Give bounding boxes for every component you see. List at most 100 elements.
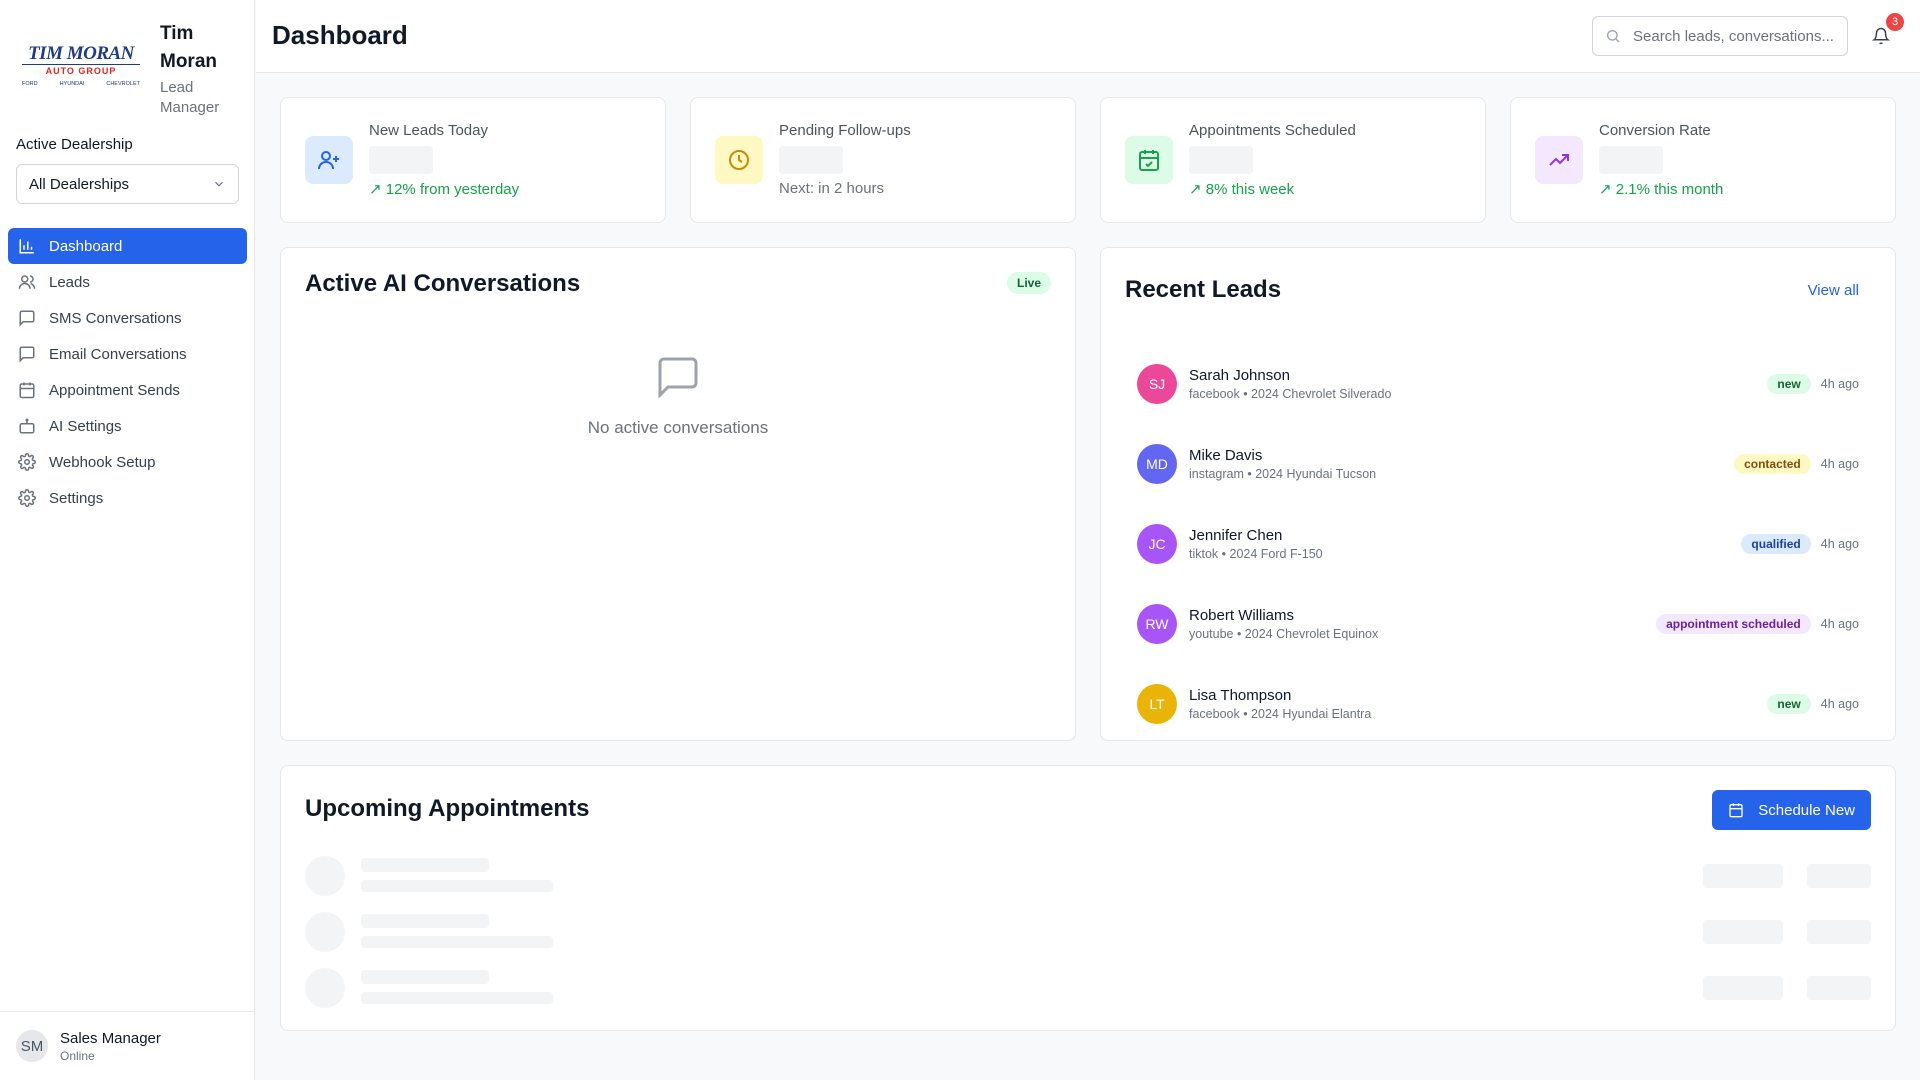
list-item[interactable]: JC Jennifer Chen tiktok • 2024 Ford F-15…: [1137, 504, 1859, 584]
card-title: Active AI Conversations: [305, 270, 581, 297]
avatar: JC: [1137, 524, 1177, 564]
stat-label: Conversion Rate: [1599, 122, 1711, 139]
avatar: SJ: [1137, 364, 1177, 404]
logo-brands: FORD HYUNDAI CHEVROLET: [22, 81, 140, 87]
stat-trend-text: 12% from yesterday: [385, 181, 520, 198]
user-plus-icon: [305, 136, 353, 184]
lead-name: Robert Williams: [1189, 607, 1295, 624]
search-box: [1592, 16, 1848, 56]
trending-up-icon: ↗: [1189, 181, 1206, 198]
dealership-select-value: All Dealerships: [29, 175, 130, 193]
appointment-row-loading: [305, 912, 1871, 952]
notification-count-badge: 3: [1886, 13, 1904, 31]
stat-card-conversion-rate: Conversion Rate ↗ 2.1% this month: [1510, 97, 1896, 223]
trending-up-icon: ↗: [369, 181, 386, 198]
nav-item-settings[interactable]: Settings: [8, 480, 247, 516]
sidebar: TIM MORAN AUTO GROUP FORD HYUNDAI CHEVRO…: [0, 0, 255, 1080]
stat-trend-text: 8% this week: [1205, 181, 1295, 198]
stat-card-appointments: Appointments Scheduled ↗ 8% this week: [1100, 97, 1486, 223]
schedule-new-button[interactable]: Schedule New: [1712, 790, 1871, 830]
active-conversations-card: Active AI Conversations Live No active c…: [280, 247, 1076, 741]
nav-item-dashboard[interactable]: Dashboard: [8, 228, 247, 264]
stat-label: Pending Follow-ups: [779, 122, 911, 139]
avatar: RW: [1137, 604, 1177, 644]
stat-trend: ↗ 8% this week: [1189, 180, 1294, 198]
avatar: SM: [16, 1030, 48, 1062]
lead-meta: facebook • 2024 Chevrolet Silverado: [1189, 387, 1392, 401]
schedule-new-label: Schedule New: [1758, 801, 1855, 819]
nav-item-label: Email Conversations: [49, 345, 187, 363]
lead-meta: tiktok • 2024 Ford F-150: [1189, 547, 1323, 561]
trending-up-icon: ↗: [1599, 181, 1616, 198]
lead-time: 4h ago: [1820, 457, 1859, 471]
list-item[interactable]: RW Robert Williams youtube • 2024 Chevro…: [1137, 584, 1859, 664]
list-item[interactable]: LT Lisa Thompson facebook • 2024 Hyundai…: [1137, 664, 1859, 744]
nav-item-label: Settings: [49, 489, 104, 507]
stat-sub-text: Next: in 2 hours: [779, 180, 885, 197]
search-input[interactable]: [1633, 27, 1833, 45]
empty-state: No active conversations: [281, 353, 1075, 438]
status-badge: qualified: [1741, 534, 1811, 554]
list-item[interactable]: SJ Sarah Johnson facebook • 2024 Chevrol…: [1137, 344, 1859, 424]
message-square-icon: [18, 309, 36, 327]
recent-leads-card: Recent Leads View all SJ Sarah Johnson f…: [1100, 247, 1896, 741]
user-status: Online: [60, 1048, 95, 1063]
logo-brand-ford: FORD: [22, 81, 38, 87]
stat-trend-text: 2.1% this month: [1615, 181, 1724, 198]
list-item[interactable]: MD Mike Davis instagram • 2024 Hyundai T…: [1137, 424, 1859, 504]
gear-icon: [18, 489, 36, 507]
lead-name: Jennifer Chen: [1189, 527, 1283, 544]
stat-card-new-leads: New Leads Today ↗ 12% from yesterday: [280, 97, 666, 223]
lead-meta: youtube • 2024 Chevrolet Equinox: [1189, 627, 1379, 641]
nav-item-ai-settings[interactable]: AI Settings: [8, 408, 247, 444]
nav-item-email-conversations[interactable]: Email Conversations: [8, 336, 247, 372]
stat-trend: ↗ 12% from yesterday: [369, 180, 519, 198]
brand: TIM MORAN AUTO GROUP FORD HYUNDAI CHEVRO…: [0, 0, 254, 120]
view-all-link[interactable]: View all: [1808, 282, 1859, 299]
brand-role-line2: Manager: [160, 99, 220, 116]
logo-brand-hyundai: HYUNDAI: [59, 81, 85, 87]
chevron-down-icon: [212, 177, 226, 191]
nav-item-sms-conversations[interactable]: SMS Conversations: [8, 300, 247, 336]
nav-item-leads[interactable]: Leads: [8, 264, 247, 300]
dealer-logo: TIM MORAN AUTO GROUP FORD HYUNDAI CHEVRO…: [22, 44, 140, 87]
trending-up-icon: [1535, 136, 1583, 184]
empty-state-text: No active conversations: [587, 418, 769, 437]
brand-title-line1: Tim: [160, 23, 194, 44]
page-title: Dashboard: [272, 20, 408, 50]
bar-chart-icon: [18, 237, 36, 255]
card-title: Recent Leads: [1125, 276, 1282, 303]
stat-card-pending-followups: Pending Follow-ups Next: in 2 hours: [690, 97, 1076, 223]
appointment-row-loading: [305, 968, 1871, 1008]
users-icon: [18, 273, 36, 291]
stat-value-loading: [1599, 146, 1663, 174]
calendar-check-icon: [1125, 136, 1173, 184]
user-profile[interactable]: SM Sales Manager Online: [0, 1011, 255, 1080]
nav-item-label: Appointment Sends: [49, 381, 180, 399]
dealership-select[interactable]: All Dealerships: [16, 164, 239, 204]
nav-item-label: Leads: [49, 273, 90, 291]
upcoming-appointments-card: Upcoming Appointments Schedule New: [280, 765, 1896, 1031]
nav-item-label: Webhook Setup: [49, 453, 156, 471]
stat-value-loading: [369, 146, 433, 174]
message-square-icon: [654, 357, 702, 405]
lead-time: 4h ago: [1820, 617, 1859, 631]
status-badge: new: [1767, 694, 1811, 714]
lead-time: 4h ago: [1820, 697, 1859, 711]
nav-item-appointment-sends[interactable]: Appointment Sends: [8, 372, 247, 408]
logo-sub: AUTO GROUP: [45, 66, 117, 76]
logo-name: TIM MORAN: [22, 44, 140, 65]
user-name: Sales Manager: [60, 1029, 161, 1047]
nav-item-label: SMS Conversations: [49, 309, 182, 327]
nav-item-webhook-setup[interactable]: Webhook Setup: [8, 444, 247, 480]
clock-icon: [715, 136, 763, 184]
brand-text: Tim Moran Lead Manager: [160, 20, 219, 118]
stat-label: New Leads Today: [369, 122, 488, 139]
status-badge: new: [1767, 374, 1811, 394]
gear-icon: [18, 453, 36, 471]
stat-value-loading: [779, 146, 843, 174]
brand-role-line1: Lead: [160, 79, 194, 96]
top-header: Dashboard 3: [256, 0, 1920, 73]
lead-name: Sarah Johnson: [1189, 367, 1290, 384]
sidebar-nav: Dashboard Leads SMS Conversations Email …: [8, 228, 247, 516]
